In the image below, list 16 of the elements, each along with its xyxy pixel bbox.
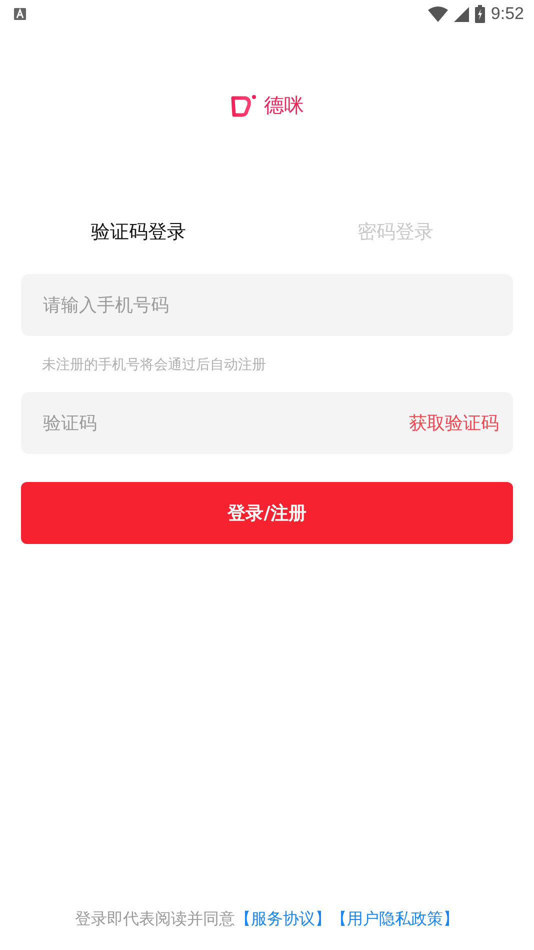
signal-icon	[454, 6, 469, 22]
wifi-icon	[428, 6, 448, 22]
get-code-button[interactable]: 获取验证码	[401, 392, 513, 454]
code-field[interactable]: 验证码	[21, 392, 401, 454]
agreement-text: 登录即代表阅读并同意	[75, 909, 235, 930]
login-tab[interactable]: 验证码登录	[10, 215, 267, 249]
phone-field[interactable]: 请输入手机号码	[21, 274, 513, 336]
agreement-link[interactable]: 【服务协议】	[235, 909, 331, 930]
keyboard-icon	[14, 8, 26, 20]
battery-icon	[474, 5, 485, 23]
logo-icon	[230, 94, 256, 118]
logo-text: 德咪	[264, 92, 304, 119]
hint-text: 未注册的手机号将会通过后自动注册	[42, 356, 267, 374]
login-button[interactable]: 登录/注册	[21, 482, 513, 544]
agreement-link[interactable]: 【用户隐私政策】	[331, 909, 459, 930]
clock-time: 9:52	[490, 4, 524, 24]
